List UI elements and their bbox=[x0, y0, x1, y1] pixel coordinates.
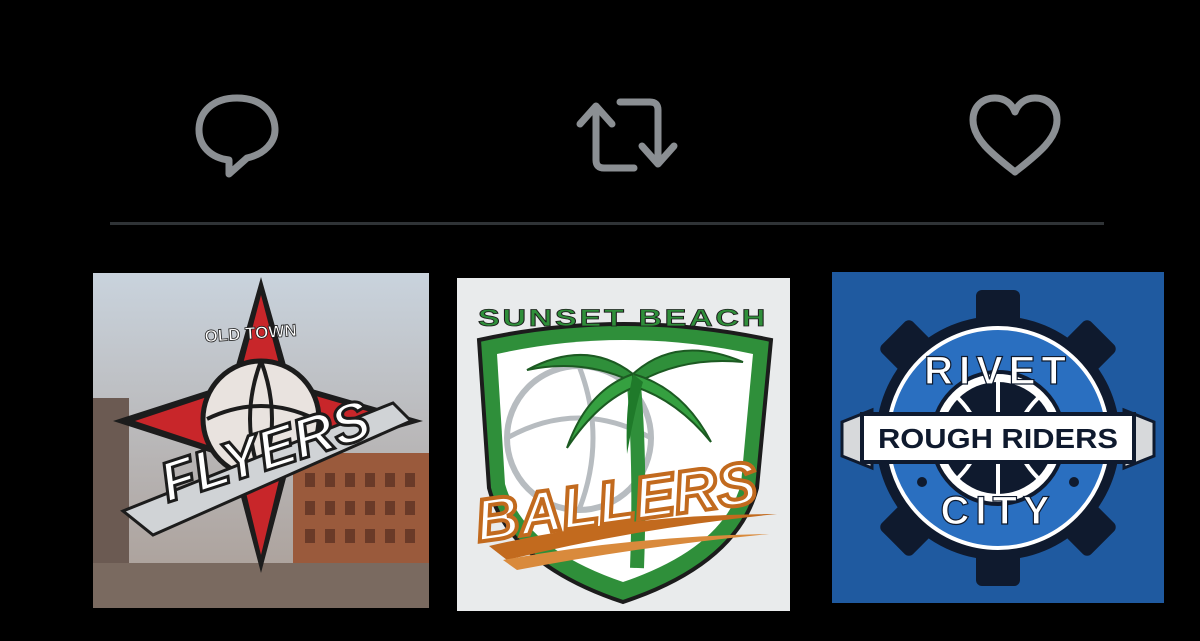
like-button[interactable] bbox=[960, 90, 1070, 180]
logo-top-text: RIVET bbox=[924, 349, 1072, 393]
retweet-button[interactable] bbox=[572, 90, 682, 180]
divider bbox=[110, 222, 1104, 225]
logo-main-text: ROUGH RIDERS bbox=[878, 423, 1118, 454]
tweet-action-bar bbox=[0, 70, 1200, 190]
like-icon bbox=[969, 94, 1061, 176]
team-logo-old-town-flyers[interactable]: OLD TOWN FLYERS bbox=[93, 273, 429, 608]
team-logo-rivet-city-rough-riders[interactable]: RIVET ROUGH RIDERS CITY bbox=[832, 272, 1164, 603]
reply-button[interactable] bbox=[182, 90, 292, 180]
reply-icon bbox=[195, 94, 279, 178]
retweet-icon bbox=[576, 98, 678, 172]
logo-bottom-text: CITY bbox=[940, 489, 1055, 533]
logo-top-text: SUNSET BEACH bbox=[478, 305, 768, 332]
team-logo-sunset-beach-ballers[interactable]: SUNSET BEACH BALLERS bbox=[457, 278, 790, 611]
